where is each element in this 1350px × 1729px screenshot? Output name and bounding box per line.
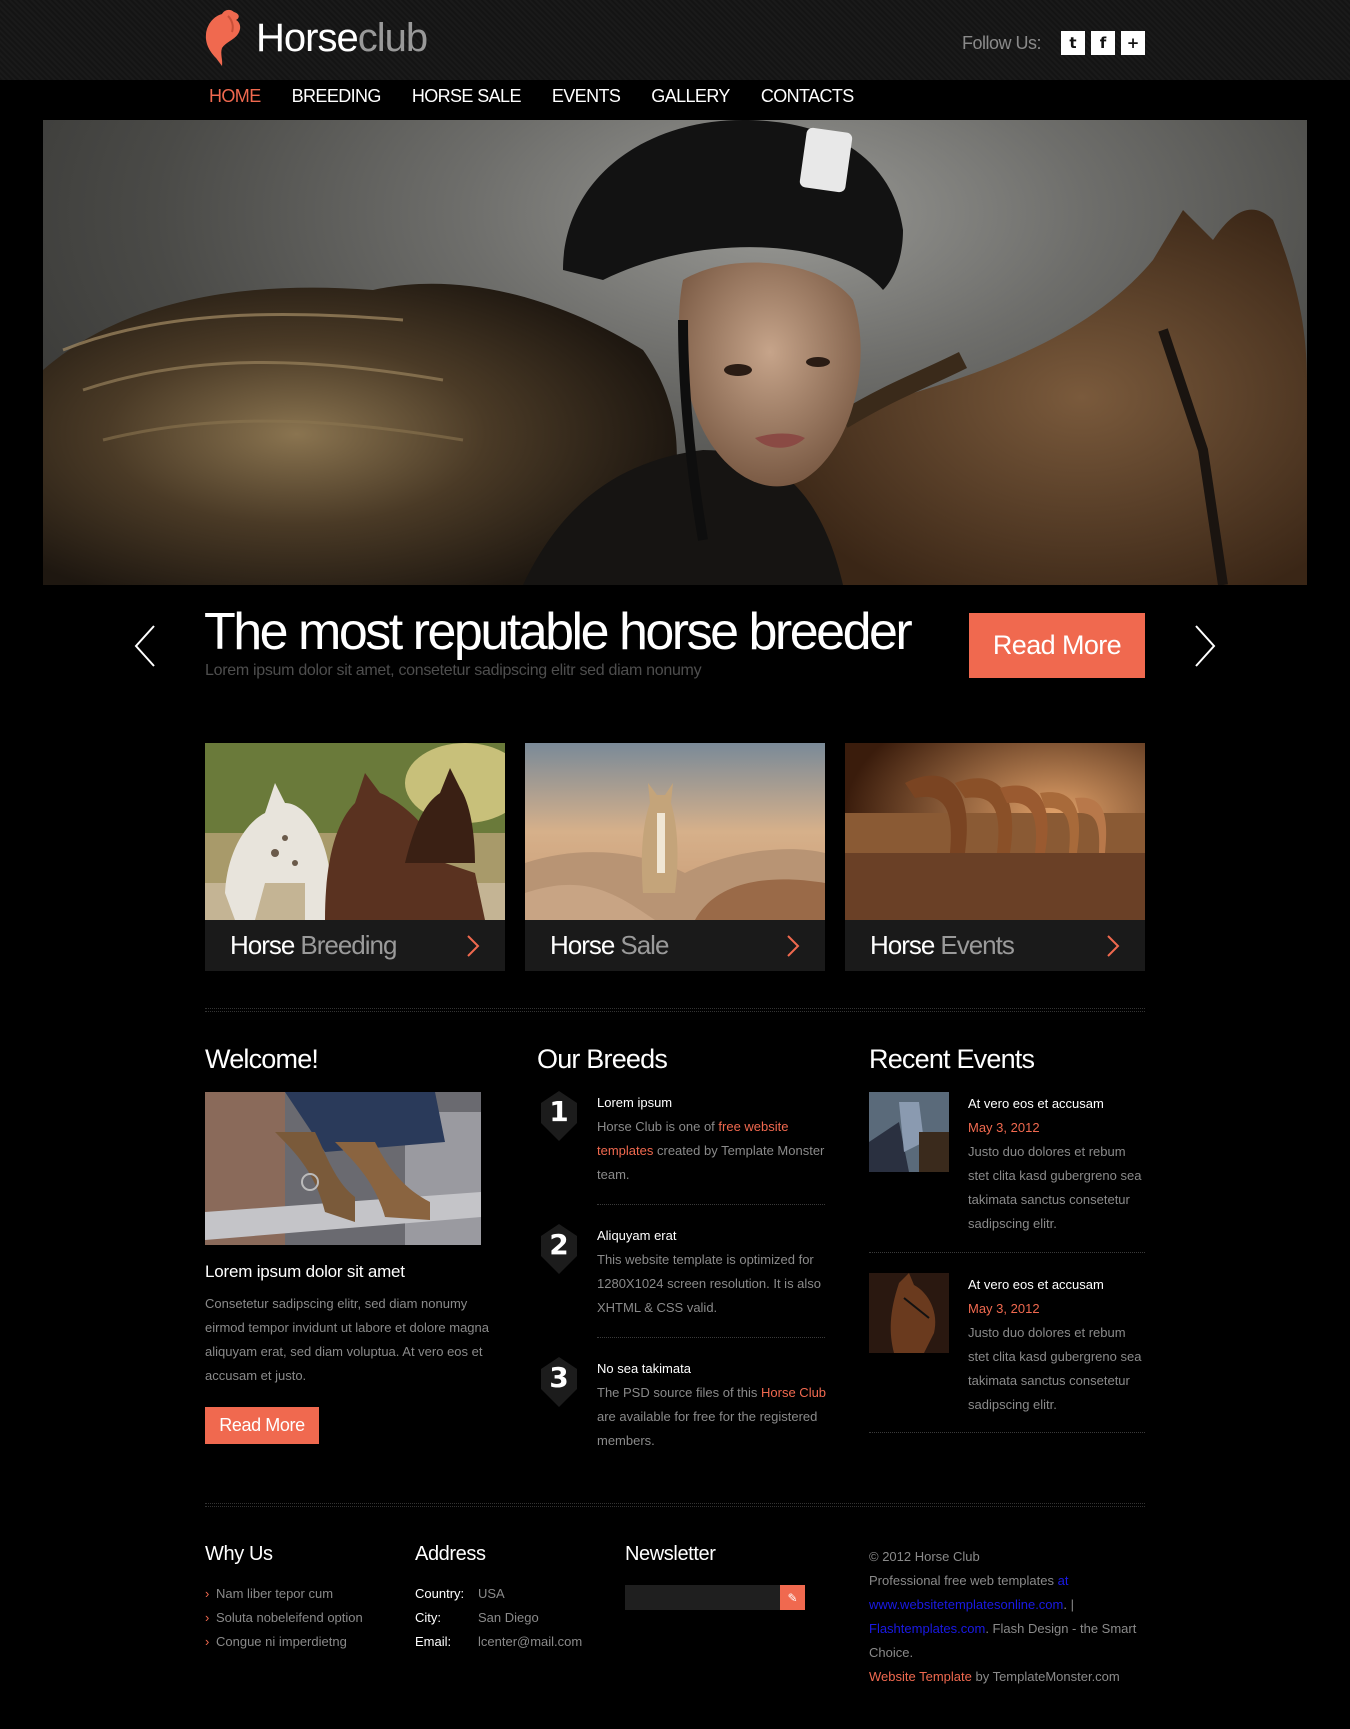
website-template-link[interactable]: Website Template [869,1669,972,1684]
breed-separator [597,1204,825,1205]
newsletter-email-input[interactable] [625,1585,780,1610]
feature-horse-events[interactable]: Horse Events [845,743,1145,971]
address-label: Country: [415,1586,465,1601]
horse-breeding-photo [205,743,505,920]
address-label: City: [415,1610,441,1625]
nav-horse-sale[interactable]: HORSE SALE [412,86,522,114]
number-badge-icon: 1 [537,1089,581,1143]
event-title[interactable]: At vero eos et accusam [968,1273,1145,1297]
websitetemplatesonline-link[interactable]: www.websitetemplatesonline.com [869,1597,1063,1612]
breed-item: 1 Lorem ipsum Horse Club is one of free … [537,1091,827,1187]
pencil-icon[interactable]: ✎ [780,1585,805,1610]
list-item[interactable]: › Soluta nobeleifend option [205,1606,363,1630]
event-item: At vero eos et accusam May 3, 2012 Justo… [869,1092,1145,1236]
nav-home[interactable]: HOME [209,86,261,114]
welcome-text: Consetetur sadipscing elitr, sed diam no… [205,1296,489,1383]
feature-horse-breeding[interactable]: Horse Breeding [205,743,505,971]
header: Horseclub Follow Us: t f + [0,0,1350,80]
breed-item: 2 Aliquyam erat This website template is… [537,1224,827,1320]
slider-next-arrow-icon[interactable] [1190,622,1220,670]
follow-us: Follow Us: t f + [962,31,1145,55]
event-separator [869,1432,1145,1433]
why-us-title: Why Us [205,1543,273,1565]
hero-subline: Lorem ipsum dolor sit amet, consetetur s… [205,662,702,679]
horse-sale-photo [525,743,825,920]
breed-title: Lorem ipsum [597,1095,673,1110]
event-item: At vero eos et accusam May 3, 2012 Justo… [869,1273,1145,1417]
footer-divider [205,1503,1145,1507]
horse-club-link[interactable]: Horse Club [761,1385,826,1400]
feature-caption: Horse Sale [525,920,825,971]
event-title[interactable]: At vero eos et accusam [968,1092,1145,1116]
logo[interactable]: Horseclub [204,8,428,68]
nav-gallery[interactable]: GALLERY [651,86,730,114]
address-value: USA [478,1586,505,1601]
cowboy-boots-photo [205,1092,481,1245]
breed-title: Aliquyam erat [597,1228,677,1243]
events-title: Recent Events [869,1044,1035,1074]
plus-icon[interactable]: + [1121,31,1145,55]
number-badge-icon: 3 [537,1355,581,1409]
chevron-right-icon[interactable] [786,934,800,958]
breed-title: No sea takimata [597,1361,691,1376]
horseshoes-photo [845,743,1145,920]
event-separator [869,1252,1145,1253]
nav-breeding[interactable]: BREEDING [292,86,382,114]
hero-read-more-button[interactable]: Read More [969,613,1145,678]
rider-with-horse-photo [43,120,1307,585]
event-photo-horse[interactable] [869,1273,949,1353]
nav-events[interactable]: EVENTS [552,86,621,114]
breeds-title: Our Breeds [537,1044,668,1074]
facebook-icon[interactable]: f [1091,31,1115,55]
breed-text: This website template is optimized for 1… [597,1252,822,1315]
chevron-right-icon[interactable] [1106,934,1120,958]
chevron-right-icon[interactable] [466,934,480,958]
welcome-heading: Lorem ipsum dolor sit amet [205,1262,405,1281]
slider-prev-arrow-icon[interactable] [130,622,160,670]
newsletter-title: Newsletter [625,1543,716,1565]
flashtemplates-link[interactable]: Flashtemplates.com [869,1621,985,1636]
chevron-right-icon: › [205,1634,210,1649]
feature-caption: Horse Events [845,920,1145,971]
address-block: Country: USA City: San Diego Email: lcenter… [415,1582,582,1654]
breed-text: Horse Club is one of free website templa… [597,1119,825,1182]
brand-name: Horseclub [256,15,428,60]
breed-separator [597,1337,825,1338]
address-value: San Diego [478,1610,539,1625]
welcome-title: Welcome! [205,1044,319,1074]
section-divider [205,1008,1145,1012]
chevron-right-icon: › [205,1586,210,1601]
main-nav: HOME BREEDING HORSE SALE EVENTS GALLERY … [209,86,885,114]
hero-slider-image [43,120,1307,585]
follow-label: Follow Us: [961,32,1042,53]
event-photo-rider[interactable] [869,1092,949,1172]
breed-item: 3 No sea takimata The PSD source files o… [537,1357,827,1453]
at-link[interactable]: at [1058,1573,1069,1588]
event-text: Justo duo dolores et rebum stet clita ka… [968,1144,1142,1231]
feature-horse-sale[interactable]: Horse Sale [525,743,825,971]
feature-caption: Horse Breeding [205,920,505,971]
why-us-list: › Nam liber tepor cum › Soluta nobeleifend… [205,1582,363,1654]
nav-contacts[interactable]: CONTACTS [761,86,854,114]
event-date: May 3, 2012 [968,1120,1040,1135]
twitter-icon[interactable]: t [1061,31,1085,55]
welcome-read-more-button[interactable]: Read More [205,1407,319,1444]
event-text: Justo duo dolores et rebum stet clita ka… [968,1325,1142,1412]
number-badge-icon: 2 [537,1222,581,1276]
horse-head-logo-icon [205,9,241,66]
chevron-right-icon: › [205,1610,210,1625]
hero-headline: The most reputable horse breeder [204,603,913,661]
newsletter-form: ✎ [625,1585,805,1610]
address-label: Email: [415,1634,452,1649]
list-item[interactable]: › Congue ni imperdietng [205,1630,363,1654]
email-link[interactable]: lcenter@mail.com [478,1630,582,1654]
list-item[interactable]: › Nam liber tepor cum [205,1582,363,1606]
copyright-block: © 2012 Horse Club Professional free web … [869,1545,1149,1689]
address-title: Address [415,1543,486,1565]
event-date: May 3, 2012 [968,1301,1040,1316]
copyright-text: © 2012 Horse Club [869,1549,980,1564]
breed-text: The PSD source files of this Horse Club … [597,1385,827,1448]
